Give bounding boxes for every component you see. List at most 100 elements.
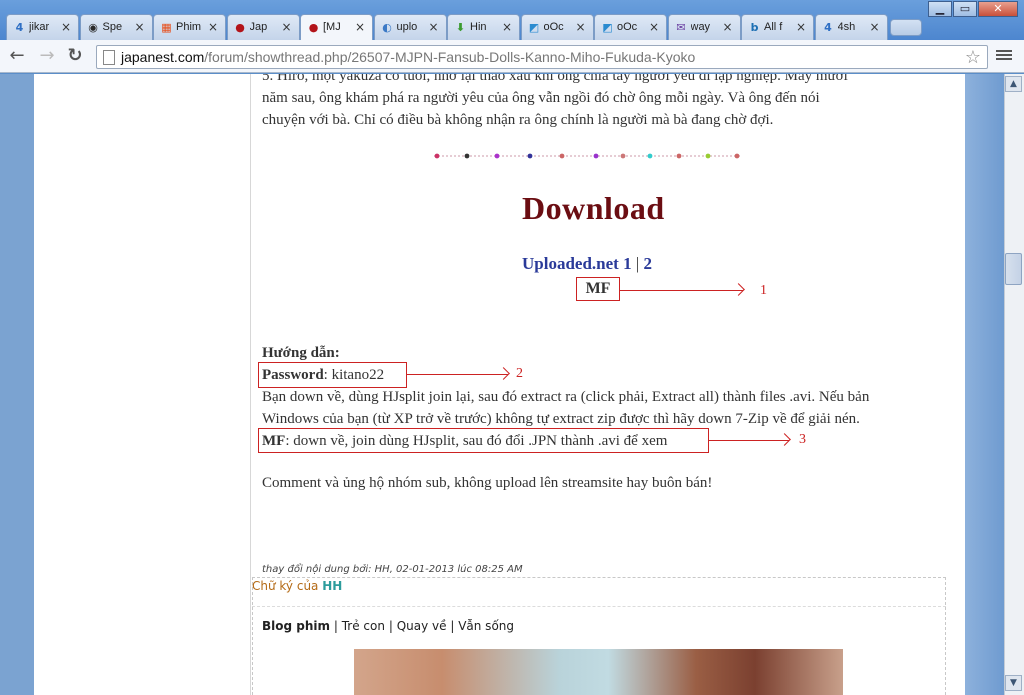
annotation-arrow [709,440,789,441]
new-tab-button[interactable] [890,19,922,36]
browser-tab[interactable]: ⬇ Hin × [447,14,520,40]
browser-tab[interactable]: ▦ Phim × [153,14,226,40]
signature-link-separator: | [333,619,338,633]
annotation-arrowhead [732,283,745,296]
signature-link-van-song[interactable]: Vẫn sống [458,619,514,633]
browser-toolbar: ← → ↻ japanest.com/forum/showthread.php/… [0,40,1024,73]
page-viewport: 5. Hiro, một yakuza có tuổi, nhớ lại thả… [0,74,1004,695]
annotation-number: 2 [516,366,523,381]
maximize-button[interactable]: ▭ [953,1,977,17]
comment-line: Comment và ủng hộ nhóm sub, không upload… [262,475,713,491]
browser-tab[interactable]: 4 jikar × [6,14,79,40]
scroll-up-arrow-icon[interactable]: ▲ [1005,76,1022,92]
mf-instruction-text: : down về, join dùng HJsplit, sau đó đổi… [285,433,668,449]
signature-banner-image [354,649,843,695]
tab-close-icon[interactable]: × [502,20,512,34]
annotation-arrow [620,290,743,291]
page-right-frame [965,74,1004,695]
tab-label: Spe [102,21,123,33]
tab-label: way [690,21,711,33]
tab-label: oOc [543,21,564,33]
signature-link-blog-phim[interactable]: Blog phim [262,619,330,633]
tab-label: All f [764,21,783,33]
annotation-number: 3 [799,432,806,447]
japanest-icon: ● [308,21,319,34]
minimize-button[interactable]: ▁ [928,1,952,17]
grid-icon: ▦ [161,21,172,34]
tab-label: Jap [249,21,268,33]
uploaded-link[interactable]: Uploaded.net [522,254,619,273]
chart-icon: ◩ [528,21,540,34]
tab-close-icon[interactable]: × [722,20,732,34]
password-line: Password: kitano22 [262,364,384,386]
address-bar[interactable]: japanest.com/forum/showthread.php/26507-… [96,45,988,69]
reload-button[interactable]: ↻ [64,45,86,67]
tab-label: jikar [29,21,50,33]
mf-instruction-label: MF [262,433,286,449]
tab-label: uplo [396,21,418,33]
browser-tab[interactable]: 4 4sh × [814,14,888,40]
tab-close-icon[interactable]: × [355,20,365,34]
beaded-divider [434,153,740,159]
browser-tab[interactable]: ◉ Spe × [79,14,153,40]
annotation-arrowhead [497,367,510,380]
close-window-button[interactable]: ✕ [978,1,1018,17]
signature-link-separator: | [388,619,393,633]
page-icon [103,50,115,65]
bookmark-star-icon[interactable]: ☆ [965,47,981,68]
signature-link-quay-ve[interactable]: Quay về [397,619,447,633]
signature-links: Blog phim | Trẻ con | Quay về | Vẫn sống [262,619,514,633]
guide-heading: Hướng dẫn: [262,345,340,361]
uploaded-part-2-link[interactable]: 2 [643,254,652,273]
scroll-down-arrow-icon[interactable]: ▼ [1005,675,1022,691]
browser-titlebar: 4 jikar × ◉ Spe × ▦ Phim × ● Jap × ● [MJ × ◐ uplo × ⬇ Hin × ◩… [0,0,1024,41]
4shared-icon: 4 [15,21,24,34]
japanest-icon: ● [235,21,245,34]
download-heading: Download [522,190,665,226]
tab-close-icon[interactable]: × [61,20,71,34]
scrollbar-thumb[interactable] [1005,253,1022,285]
tab-close-icon[interactable]: × [796,20,806,34]
browser-tab[interactable]: b All f × [741,14,814,40]
tab-close-icon[interactable]: × [208,20,218,34]
tab-close-icon[interactable]: × [428,20,438,34]
tab-close-icon[interactable]: × [649,20,659,34]
uploaded-icon: ◐ [382,21,392,34]
browser-tab[interactable]: ✉ way × [667,14,741,40]
uploaded-part-1-link[interactable]: 1 [623,254,632,273]
vertical-scrollbar[interactable] [1004,74,1024,695]
synopsis-line: năm sau, ông khám phá ra người yêu của ô… [262,90,820,106]
b-icon: b [750,21,759,34]
browser-tab[interactable]: ◩ oOc × [520,14,594,40]
edit-note: thay đổi nội dung bởi: HH, 02-01-2013 lú… [262,564,523,575]
annotation-arrowhead [778,433,791,446]
tab-label: Hin [470,21,487,33]
tab-label: [MJ [323,21,341,33]
url-text[interactable]: japanest.com/forum/showthread.php/26507-… [121,49,695,65]
tab-close-icon[interactable]: × [281,20,291,34]
browser-tab[interactable]: ◐ uplo × [373,14,447,40]
signature-label: Chữ ký của HH [252,579,342,593]
browser-tab[interactable]: ● Jap × [226,14,300,40]
download-links: Uploaded.net 1 | 2 [522,254,652,274]
instruction-line: Windows của bạn (từ XP trở về trước) khô… [262,411,860,427]
forward-button[interactable]: → [36,45,58,67]
browser-tab[interactable]: ● [MJ × [300,14,373,41]
speedtest-icon: ◉ [88,21,98,34]
chrome-menu-icon[interactable] [996,48,1012,64]
signature-prefix: Chữ ký của [252,579,323,593]
tab-close-icon[interactable]: × [134,20,144,34]
tab-close-icon[interactable]: × [869,20,879,34]
mail-icon: ✉ [676,21,686,34]
mediafire-link[interactable]: MF [576,277,620,301]
tab-close-icon[interactable]: × [575,20,585,34]
post-gutter-divider [250,74,251,695]
password-value: : kitano22 [323,367,385,383]
browser-tab[interactable]: ◩ oOc × [594,14,667,40]
download-icon: ⬇ [455,21,466,34]
back-button[interactable]: ← [6,45,28,67]
signature-link-tre-con[interactable]: Trẻ con [342,619,385,633]
url-path: /forum/showthread.php/26507-MJPN-Fansub-… [204,49,696,65]
signature-user-link[interactable]: HH [322,579,342,593]
url-host: japanest.com [121,49,205,65]
